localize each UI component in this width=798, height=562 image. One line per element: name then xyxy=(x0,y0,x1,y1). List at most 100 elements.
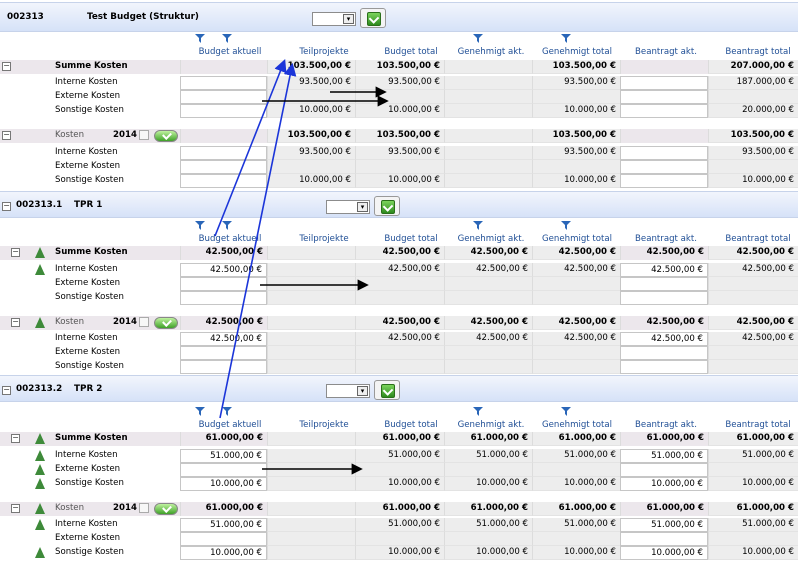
dropdown-select[interactable]: ▾ xyxy=(326,383,370,398)
dropdown-arrow-icon[interactable]: ▾ xyxy=(343,14,354,24)
column-header: Budget aktuell xyxy=(198,420,262,430)
value-cell[interactable] xyxy=(180,346,267,360)
collapse-icon[interactable]: − xyxy=(2,201,11,211)
green-check-button-icon[interactable] xyxy=(374,379,400,400)
column-header: Genehmigt akt. xyxy=(457,420,525,430)
collapse-icon[interactable]: − xyxy=(2,131,11,140)
collapse-icon[interactable]: − xyxy=(11,434,20,443)
value-cell[interactable] xyxy=(180,277,267,291)
value-cell[interactable]: 10.000,00 € xyxy=(180,546,267,560)
value-cell[interactable]: 42.500,00 € xyxy=(620,263,708,277)
filter-icon[interactable] xyxy=(473,34,483,43)
value-cell[interactable] xyxy=(620,90,708,104)
confirm-button-icon[interactable] xyxy=(154,503,178,515)
value-cell xyxy=(267,90,355,104)
cost-row: Interne Kosten 51.000,00 €51.000,00 €51.0… xyxy=(0,449,798,463)
filter-icon[interactable] xyxy=(222,407,232,416)
collapse-icon[interactable]: − xyxy=(11,318,20,327)
value-cell[interactable]: 42.500,00 € xyxy=(180,263,267,277)
value-cell[interactable] xyxy=(620,146,708,160)
cost-row: Externe Kosten xyxy=(0,160,798,174)
value-cell xyxy=(444,146,532,160)
value-cell[interactable] xyxy=(620,360,708,374)
value-cell xyxy=(355,463,444,477)
value-cell xyxy=(267,291,355,305)
value-cell[interactable] xyxy=(180,76,267,90)
value-cell xyxy=(180,60,267,74)
cost-row: Interne Kosten 93.500,00 €93.500,00 €93.5… xyxy=(0,146,798,160)
value-cell: 42.500,00 € xyxy=(532,332,620,346)
value-cell[interactable] xyxy=(620,277,708,291)
filter-icon[interactable] xyxy=(561,34,571,43)
value-cell[interactable] xyxy=(180,532,267,546)
dropdown-select[interactable]: ▾ xyxy=(326,199,370,214)
value-cell[interactable]: 51.000,00 € xyxy=(180,449,267,463)
row-label: Externe Kosten xyxy=(55,161,121,171)
checkbox-icon[interactable] xyxy=(139,503,149,513)
value-cell[interactable]: 42.500,00 € xyxy=(180,332,267,346)
value-cell[interactable] xyxy=(180,174,267,188)
value-cell xyxy=(267,346,355,360)
filter-icon[interactable] xyxy=(222,34,232,43)
value-cell xyxy=(620,129,708,143)
value-cell[interactable] xyxy=(180,360,267,374)
value-cell xyxy=(444,129,532,143)
dropdown-arrow-icon[interactable]: ▾ xyxy=(357,385,368,396)
filter-icon[interactable] xyxy=(195,407,205,416)
value-cell[interactable]: 51.000,00 € xyxy=(620,518,708,532)
confirm-button-icon[interactable] xyxy=(154,130,178,142)
value-cell[interactable] xyxy=(620,76,708,90)
checkbox-icon[interactable] xyxy=(139,317,149,327)
value-cell[interactable] xyxy=(620,463,708,477)
filter-icon[interactable] xyxy=(561,407,571,416)
value-cell[interactable]: 10.000,00 € xyxy=(180,477,267,491)
value-cell: 51.000,00 € xyxy=(355,449,444,463)
value-cell[interactable] xyxy=(180,291,267,305)
value-cell[interactable]: 42.500,00 € xyxy=(620,332,708,346)
value-cell: 61.000,00 € xyxy=(180,432,267,446)
value-cell[interactable] xyxy=(620,160,708,174)
value-cell[interactable]: 10.000,00 € xyxy=(620,477,708,491)
green-check-button-icon[interactable] xyxy=(374,195,400,216)
value-cell xyxy=(355,346,444,360)
cost-row: Sonstige Kosten 10.000,00 €10.000,00 €10.… xyxy=(0,104,798,118)
filter-icon[interactable] xyxy=(222,221,232,230)
value-cell[interactable] xyxy=(180,90,267,104)
collapse-icon[interactable]: − xyxy=(11,248,20,257)
filter-icon[interactable] xyxy=(473,407,483,416)
collapse-icon[interactable]: − xyxy=(2,385,11,395)
value-cell: 42.500,00 € xyxy=(180,316,267,330)
value-cell[interactable]: 10.000,00 € xyxy=(620,546,708,560)
dropdown-arrow-icon[interactable]: ▾ xyxy=(357,201,368,212)
value-cell: 42.500,00 € xyxy=(355,316,444,330)
value-cell[interactable] xyxy=(620,291,708,305)
column-header: Genehmigt total xyxy=(541,47,613,57)
value-cell[interactable] xyxy=(620,532,708,546)
dropdown-select[interactable]: ▾ xyxy=(312,12,356,26)
green-check-button-icon[interactable] xyxy=(360,8,386,28)
value-cell xyxy=(267,277,355,291)
value-cell xyxy=(444,532,532,546)
value-cell[interactable] xyxy=(180,463,267,477)
filter-icon[interactable] xyxy=(561,221,571,230)
value-cell[interactable] xyxy=(180,146,267,160)
filter-icon[interactable] xyxy=(473,221,483,230)
value-cell: 42.500,00 € xyxy=(444,263,532,277)
value-cell[interactable] xyxy=(180,160,267,174)
collapse-icon[interactable]: − xyxy=(11,504,20,513)
value-cell[interactable] xyxy=(620,346,708,360)
checkbox-icon[interactable] xyxy=(139,130,149,140)
filter-icon[interactable] xyxy=(195,34,205,43)
value-cell[interactable]: 51.000,00 € xyxy=(180,518,267,532)
value-cell xyxy=(532,360,620,374)
value-cell[interactable] xyxy=(620,104,708,118)
value-cell[interactable] xyxy=(180,104,267,118)
filter-icon[interactable] xyxy=(195,221,205,230)
value-cell[interactable]: 51.000,00 € xyxy=(620,449,708,463)
confirm-button-icon[interactable] xyxy=(154,317,178,329)
section-header: 002313 Test Budget (Struktur) ▾ xyxy=(0,2,798,32)
value-cell: 42.500,00 € xyxy=(708,246,798,260)
value-cell[interactable] xyxy=(620,174,708,188)
collapse-icon[interactable]: − xyxy=(2,62,11,71)
row-label: Externe Kosten xyxy=(55,464,121,474)
